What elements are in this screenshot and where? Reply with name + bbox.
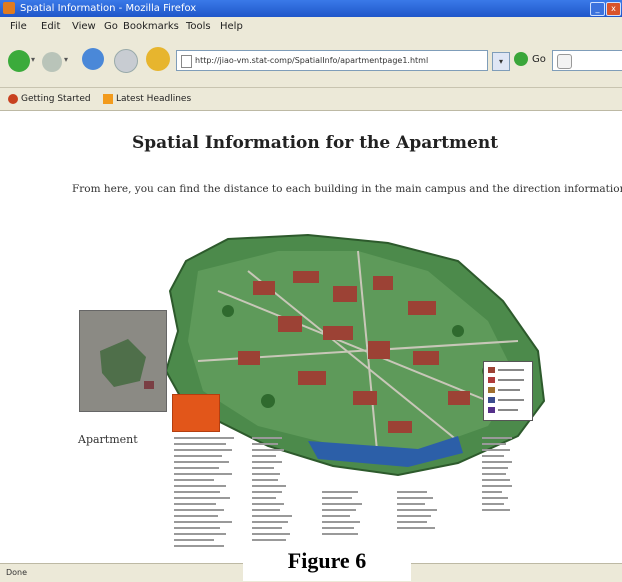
menu-bar: File Edit View Go Bookmarks Tools Help xyxy=(0,17,622,37)
reload-icon[interactable] xyxy=(82,48,104,70)
address-dropdown-icon[interactable]: ▾ xyxy=(492,52,510,71)
stop-icon[interactable] xyxy=(114,49,138,73)
forward-button-icon[interactable] xyxy=(42,52,62,72)
go-icon[interactable] xyxy=(514,52,528,66)
menu-file[interactable]: File xyxy=(10,17,27,37)
map-legend-swatches xyxy=(488,367,524,413)
map-legend-key xyxy=(483,361,533,421)
apartment-caption: Apartment xyxy=(78,433,138,446)
page-icon xyxy=(181,55,192,68)
bookmark-latest-headlines[interactable]: Latest Headlines xyxy=(116,88,191,110)
search-engine-icon[interactable] xyxy=(557,54,572,69)
navigation-toolbar: ▾ ▾ http://jiao-vm.stat-comp/SpatialInfo… xyxy=(0,37,622,88)
firefox-icon xyxy=(3,2,15,14)
apartment-photo-image xyxy=(80,311,166,411)
close-button[interactable]: x xyxy=(606,2,621,16)
home-icon[interactable] xyxy=(146,47,170,71)
menu-go[interactable]: Go xyxy=(104,17,118,37)
minimize-button[interactable]: _ xyxy=(590,2,605,16)
menu-help[interactable]: Help xyxy=(220,17,243,37)
go-label[interactable]: Go xyxy=(532,50,546,69)
address-bar[interactable]: http://jiao-vm.stat-comp/SpatialInfo/apa… xyxy=(176,50,488,71)
menu-view[interactable]: View xyxy=(72,17,96,37)
getting-started-icon xyxy=(8,94,18,104)
bookmarks-toolbar: Getting Started Latest Headlines xyxy=(0,88,622,111)
campus-map-title-box xyxy=(172,394,220,432)
menu-tools[interactable]: Tools xyxy=(186,17,211,37)
search-box[interactable] xyxy=(552,50,622,71)
address-text: http://jiao-vm.stat-comp/SpatialInfo/apa… xyxy=(195,56,429,65)
page-intro: From here, you can find the distance to … xyxy=(72,183,622,195)
menu-bookmarks[interactable]: Bookmarks xyxy=(123,17,179,37)
rss-feed-icon xyxy=(103,94,113,104)
window-title: Spatial Information - Mozilla Firefox xyxy=(20,3,197,14)
menu-edit[interactable]: Edit xyxy=(41,17,60,37)
bookmark-getting-started[interactable]: Getting Started xyxy=(21,88,91,110)
page-heading: Spatial Information for the Apartment xyxy=(131,133,499,153)
page-content: Spatial Information for the Apartment Fr… xyxy=(8,111,622,563)
back-button-icon[interactable] xyxy=(8,50,30,72)
window-titlebar: Spatial Information - Mozilla Firefox _ … xyxy=(0,0,622,17)
back-dropdown-icon[interactable]: ▾ xyxy=(31,55,35,64)
status-text: Done xyxy=(6,568,28,577)
figure-label: Figure 6 xyxy=(243,541,411,581)
forward-dropdown-icon[interactable]: ▾ xyxy=(64,55,68,64)
apartment-photo[interactable] xyxy=(79,310,167,412)
